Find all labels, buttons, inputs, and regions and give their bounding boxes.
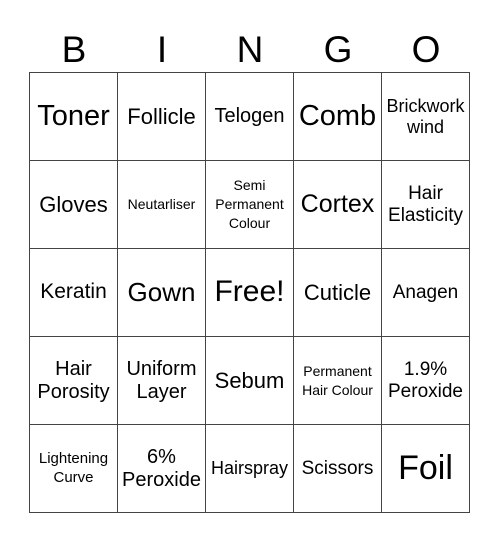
bingo-cell[interactable]: Semi Permanent Colour (206, 161, 294, 249)
bingo-header: B I N G O (30, 30, 470, 70)
bingo-cell[interactable]: Comb (294, 73, 382, 161)
bingo-cell[interactable]: Keratin (30, 249, 118, 337)
bingo-cell[interactable]: Permanent Hair Colour (294, 337, 382, 425)
bingo-cell[interactable]: Cortex (294, 161, 382, 249)
bingo-cell[interactable]: Cuticle (294, 249, 382, 337)
header-letter-b: B (61, 29, 87, 70)
bingo-cell[interactable]: Telogen (206, 73, 294, 161)
bingo-cell[interactable]: Foil (382, 425, 470, 513)
bingo-cell[interactable]: Toner (30, 73, 118, 161)
bingo-cell[interactable]: 6% Peroxide (118, 425, 206, 513)
bingo-cell[interactable]: Hair Porosity (30, 337, 118, 425)
bingo-cell[interactable]: Scissors (294, 425, 382, 513)
bingo-cell[interactable]: Brickwork wind (382, 73, 470, 161)
header-letter-g: G (323, 29, 353, 70)
bingo-cell[interactable]: Neutarliser (118, 161, 206, 249)
bingo-cell[interactable]: Lightening Curve (30, 425, 118, 513)
bingo-cell[interactable]: Hairspray (206, 425, 294, 513)
bingo-cell[interactable]: Sebum (206, 337, 294, 425)
header-letter-n: N (236, 29, 264, 70)
header-letter-i: I (156, 29, 168, 70)
bingo-cell[interactable]: Follicle (118, 73, 206, 161)
header-letter-o: O (411, 29, 441, 70)
bingo-cell[interactable]: 1.9% Peroxide (382, 337, 470, 425)
free-space-cell[interactable]: Free! (206, 249, 294, 337)
bingo-cell[interactable]: Uniform Layer (118, 337, 206, 425)
bingo-grid: Toner Follicle Telogen Comb Brickwork wi… (29, 72, 470, 513)
bingo-cell[interactable]: Anagen (382, 249, 470, 337)
bingo-cell[interactable]: Hair Elasticity (382, 161, 470, 249)
bingo-cell[interactable]: Gloves (30, 161, 118, 249)
bingo-cell[interactable]: Gown (118, 249, 206, 337)
